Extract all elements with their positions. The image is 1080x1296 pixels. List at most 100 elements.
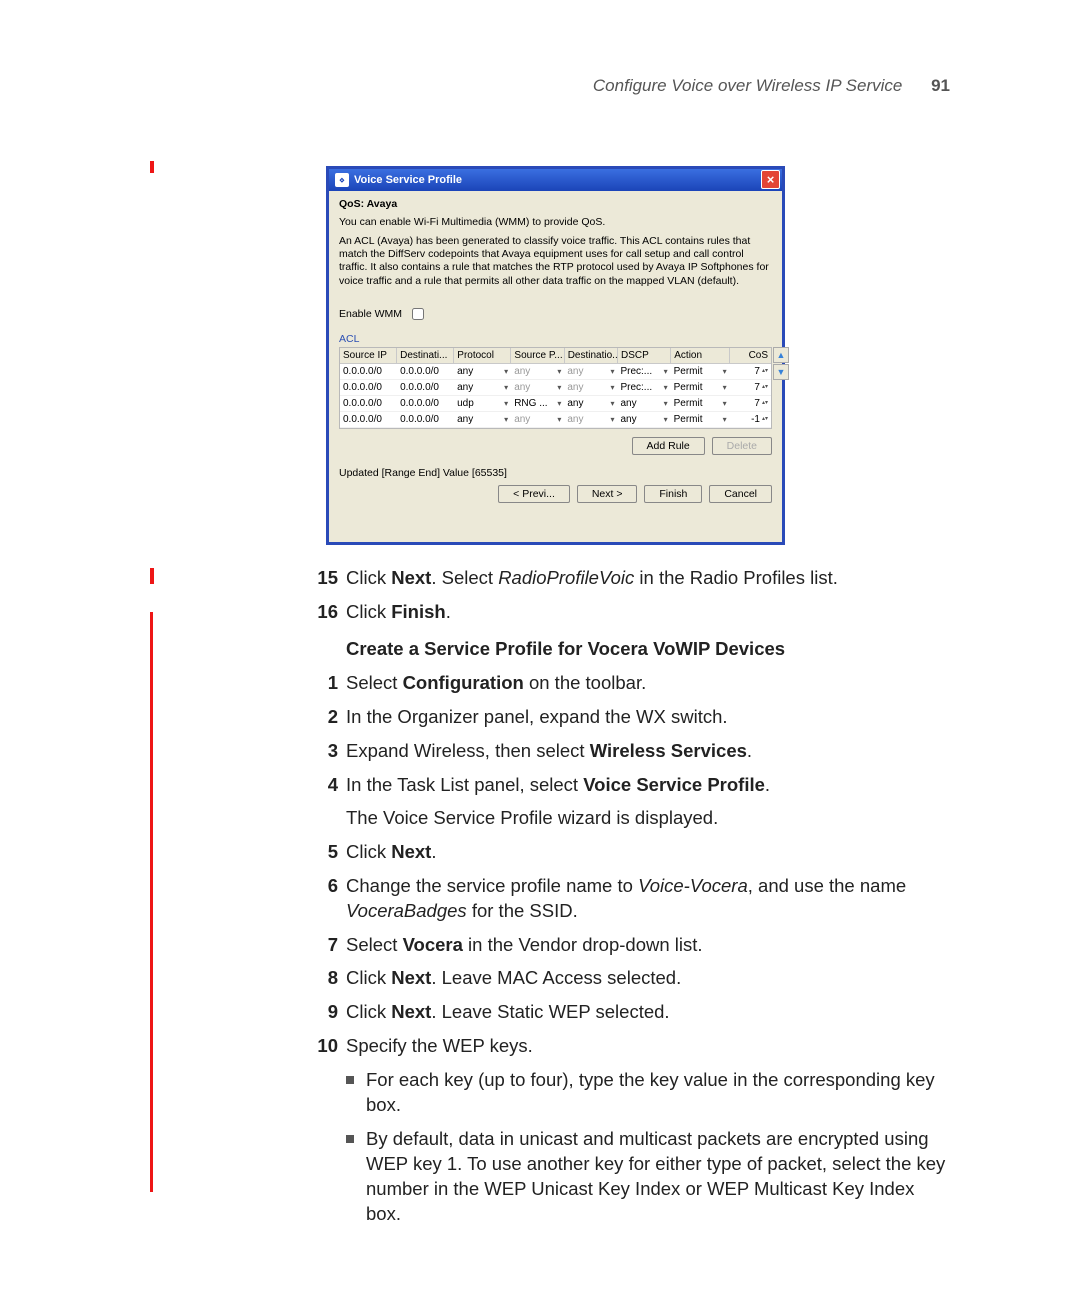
- spinner-icon[interactable]: ▴▾: [762, 417, 768, 421]
- bullet-text: For each key (up to four), type the key …: [366, 1068, 948, 1118]
- cell[interactable]: 0.0.0.0/0: [397, 366, 454, 377]
- cell[interactable]: any▾: [617, 414, 670, 425]
- step-number: 15: [308, 566, 346, 591]
- dropdown-icon[interactable]: ▾: [610, 383, 614, 392]
- cell[interactable]: 0.0.0.0/0: [340, 366, 397, 377]
- dropdown-icon[interactable]: ▾: [557, 383, 561, 392]
- cell[interactable]: RNG ...▾: [511, 398, 564, 409]
- table-row[interactable]: 0.0.0.0/00.0.0.0/0any▾any▾any▾Prec:...▾P…: [340, 380, 771, 396]
- enable-wmm-checkbox[interactable]: [412, 308, 424, 320]
- col-source-ip[interactable]: Source IP: [340, 348, 397, 363]
- dropdown-icon[interactable]: ▾: [557, 367, 561, 376]
- cell[interactable]: any▾: [564, 414, 617, 425]
- dropdown-icon[interactable]: ▾: [664, 367, 668, 376]
- next-button[interactable]: Next >: [577, 485, 638, 503]
- step-text: Click Next.: [346, 840, 948, 865]
- cell[interactable]: 0.0.0.0/0: [340, 382, 397, 393]
- dropdown-icon[interactable]: ▾: [504, 399, 508, 408]
- enable-wmm-row: Enable WMM: [339, 305, 772, 323]
- col-dest-port[interactable]: Destinatio...: [565, 348, 618, 363]
- step-number: 1: [308, 671, 346, 696]
- col-protocol[interactable]: Protocol: [454, 348, 511, 363]
- cell[interactable]: Permit▾: [671, 382, 730, 393]
- col-cos[interactable]: CoS: [730, 348, 771, 363]
- cell[interactable]: Permit▾: [671, 414, 730, 425]
- move-down-button[interactable]: ▼: [773, 364, 789, 380]
- dropdown-icon[interactable]: ▾: [664, 415, 668, 424]
- cell[interactable]: 0.0.0.0/0: [340, 398, 397, 409]
- cell[interactable]: 7▴▾: [730, 366, 771, 377]
- cell[interactable]: -1▴▾: [730, 414, 771, 425]
- spinner-icon[interactable]: ▴▾: [762, 369, 768, 373]
- previous-button[interactable]: < Previ...: [498, 485, 570, 503]
- dropdown-icon[interactable]: ▾: [723, 415, 727, 424]
- dropdown-icon[interactable]: ▾: [664, 383, 668, 392]
- table-row[interactable]: 0.0.0.0/00.0.0.0/0any▾any▾any▾any▾Permit…: [340, 412, 771, 428]
- dropdown-icon[interactable]: ▾: [664, 399, 668, 408]
- table-row[interactable]: 0.0.0.0/00.0.0.0/0udp▾RNG ...▾any▾any▾Pe…: [340, 396, 771, 412]
- cell[interactable]: 0.0.0.0/0: [397, 414, 454, 425]
- step-1: 1 Select Configuration on the toolbar.: [308, 671, 948, 696]
- finish-button[interactable]: Finish: [644, 485, 702, 503]
- move-up-button[interactable]: ▲: [773, 347, 789, 363]
- acl-label: ACL: [339, 333, 772, 345]
- cell[interactable]: 7▴▾: [730, 398, 771, 409]
- close-icon[interactable]: ×: [761, 170, 780, 189]
- dialog-title: Voice Service Profile: [354, 174, 462, 186]
- spinner-icon[interactable]: ▴▾: [762, 401, 768, 405]
- cell[interactable]: Permit▾: [671, 398, 730, 409]
- dropdown-icon[interactable]: ▾: [557, 415, 561, 424]
- col-source-port[interactable]: Source P...: [511, 348, 564, 363]
- bullet-text: By default, data in unicast and multicas…: [366, 1127, 948, 1226]
- cell[interactable]: any▾: [511, 366, 564, 377]
- cell[interactable]: any▾: [454, 414, 511, 425]
- dropdown-icon[interactable]: ▾: [610, 399, 614, 408]
- cell[interactable]: 0.0.0.0/0: [340, 414, 397, 425]
- step-text: Click Next. Select RadioProfileVoic in t…: [346, 566, 948, 591]
- cell[interactable]: 7▴▾: [730, 382, 771, 393]
- dropdown-icon[interactable]: ▾: [610, 367, 614, 376]
- cell[interactable]: any▾: [454, 366, 511, 377]
- step-text: Expand Wireless, then select Wireless Se…: [346, 739, 948, 764]
- cell[interactable]: any▾: [564, 398, 617, 409]
- app-icon: ⋄: [335, 173, 349, 187]
- dropdown-icon[interactable]: ▾: [557, 399, 561, 408]
- bullet-1: For each key (up to four), type the key …: [346, 1068, 948, 1118]
- cancel-button[interactable]: Cancel: [709, 485, 772, 503]
- dropdown-icon[interactable]: ▾: [723, 367, 727, 376]
- dropdown-icon[interactable]: ▾: [723, 399, 727, 408]
- cell[interactable]: Permit▾: [671, 366, 730, 377]
- bullet-icon: [346, 1076, 354, 1084]
- col-action[interactable]: Action: [671, 348, 730, 363]
- cell[interactable]: any▾: [454, 382, 511, 393]
- cell[interactable]: Prec:...▾: [617, 382, 670, 393]
- step-8: 8 Click Next. Leave MAC Access selected.: [308, 966, 948, 991]
- step-15: 15 Click Next. Select RadioProfileVoic i…: [308, 566, 948, 591]
- step-text: Change the service profile name to Voice…: [346, 874, 948, 924]
- dropdown-icon[interactable]: ▾: [504, 367, 508, 376]
- dropdown-icon[interactable]: ▾: [504, 383, 508, 392]
- spinner-icon[interactable]: ▴▾: [762, 385, 768, 389]
- cell[interactable]: Prec:...▾: [617, 366, 670, 377]
- col-dscp[interactable]: DSCP: [618, 348, 671, 363]
- step-7: 7 Select Vocera in the Vendor drop-down …: [308, 933, 948, 958]
- table-row[interactable]: 0.0.0.0/00.0.0.0/0any▾any▾any▾Prec:...▾P…: [340, 364, 771, 380]
- cell[interactable]: any▾: [511, 414, 564, 425]
- cell[interactable]: 0.0.0.0/0: [397, 398, 454, 409]
- cell[interactable]: any▾: [511, 382, 564, 393]
- page-number: 91: [931, 76, 950, 95]
- cell[interactable]: any▾: [564, 382, 617, 393]
- step-4: 4 In the Task List panel, select Voice S…: [308, 773, 948, 798]
- step-number: 5: [308, 840, 346, 865]
- dropdown-icon[interactable]: ▾: [610, 415, 614, 424]
- delete-button[interactable]: Delete: [712, 437, 772, 455]
- cell[interactable]: any▾: [617, 398, 670, 409]
- dropdown-icon[interactable]: ▾: [723, 383, 727, 392]
- dropdown-icon[interactable]: ▾: [504, 415, 508, 424]
- rule-buttons: Add Rule Delete: [339, 437, 772, 455]
- col-dest-ip[interactable]: Destinati...: [397, 348, 454, 363]
- cell[interactable]: 0.0.0.0/0: [397, 382, 454, 393]
- cell[interactable]: any▾: [564, 366, 617, 377]
- cell[interactable]: udp▾: [454, 398, 511, 409]
- add-rule-button[interactable]: Add Rule: [632, 437, 705, 455]
